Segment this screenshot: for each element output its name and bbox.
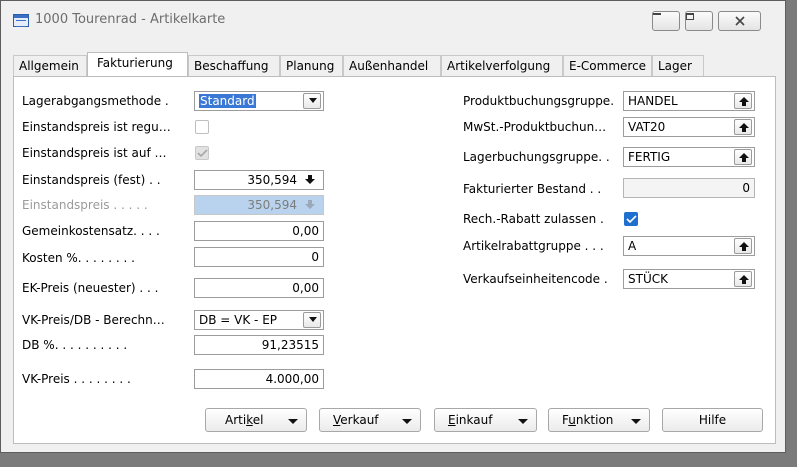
einstandspreis-fest-value: 350,594	[247, 173, 297, 187]
close-icon	[735, 16, 745, 26]
tab-beschaffung[interactable]: Beschaffung	[188, 55, 280, 76]
tab-allgemein[interactable]: Allgemein	[13, 55, 87, 76]
einkauf-button-label: Einkauf	[448, 413, 493, 427]
dropdown-arrow-icon	[631, 419, 641, 424]
maximize-button[interactable]	[685, 11, 713, 31]
einstandspreis-value: 350,594	[247, 198, 297, 212]
dropdown-arrow-icon	[518, 419, 528, 424]
arrow-up-icon	[739, 275, 749, 284]
title-bar[interactable]: 1000 Tourenrad - Artikelkarte	[1, 1, 785, 39]
einstandspreis-fest-field[interactable]: 350,594	[194, 170, 324, 190]
app-icon	[13, 14, 29, 27]
einstandspreis-auf-checkbox	[195, 146, 209, 160]
item-card-window: 1000 Tourenrad - Artikelkarte Allgemein …	[0, 0, 786, 453]
arrow-up-icon	[739, 123, 749, 132]
dropdown-arrow-icon	[402, 419, 412, 424]
label-artikelrabattgruppe: Artikelrabattgruppe . . .	[463, 239, 604, 253]
tab-planung[interactable]: Planung	[280, 55, 343, 76]
tab-lager[interactable]: Lager	[652, 55, 704, 76]
mwst-produktbuchung-field[interactable]: VAT20	[623, 117, 755, 137]
dropdown-button[interactable]	[303, 93, 321, 109]
verkauf-button-label: Verkauf	[333, 413, 379, 427]
artikelrabattgruppe-value: A	[628, 239, 637, 253]
label-einstandspreis: Einstandspreis . . . . .	[22, 198, 148, 212]
arrow-up-icon	[739, 153, 749, 162]
label-lagerabgangsmethode: Lagerabgangsmethode .	[22, 94, 169, 108]
maximize-icon	[686, 13, 694, 20]
label-db-pct: DB %. . . . . . . . . .	[22, 338, 128, 352]
label-einstandspreis-fest: Einstandspreis (fest) . .	[22, 173, 161, 187]
label-produktbuchungsgruppe: Produktbuchungsgruppe.	[463, 94, 615, 108]
vk-preis-db-value: DB = VK - EP	[199, 313, 278, 327]
minimize-icon	[653, 13, 661, 15]
db-pct-field[interactable]: 91,23515	[194, 335, 324, 355]
lookup-button[interactable]	[734, 271, 752, 287]
ek-preis-field[interactable]: 0,00	[194, 278, 324, 298]
lagerbuchungsgruppe-field[interactable]: FERTIG	[623, 147, 755, 167]
arrow-down-icon	[305, 200, 315, 209]
drilldown-button-disabled	[302, 197, 318, 213]
dropdown-arrow-icon	[288, 419, 298, 424]
verkauf-menu-button[interactable]: Verkauf	[319, 408, 421, 432]
drilldown-button[interactable]	[302, 172, 318, 188]
kosten-pct-field[interactable]: 0	[194, 247, 324, 267]
rech-rabatt-checkbox[interactable]	[624, 212, 638, 226]
label-mwst-produktbuchung: MwSt.-Produktbuchun…	[463, 120, 607, 134]
check-icon	[197, 149, 208, 158]
artikelrabattgruppe-field[interactable]: A	[623, 236, 755, 256]
funktion-button-label: Funktion	[562, 413, 614, 427]
close-button[interactable]	[718, 11, 761, 31]
einstandspreis-field: 350,594	[194, 195, 324, 215]
lagerabgangsmethode-value: Standard	[199, 94, 256, 108]
tab-e-commerce[interactable]: E-Commerce	[563, 55, 652, 76]
arrow-down-icon	[305, 175, 315, 184]
arrow-up-icon	[739, 242, 749, 251]
label-verkaufseinheitencode: Verkaufseinheitencode .	[463, 272, 608, 286]
gemeinkostensatz-field[interactable]: 0,00	[194, 221, 324, 241]
minimize-button[interactable]	[652, 11, 680, 31]
produktbuchungsgruppe-field[interactable]: HANDEL	[623, 91, 755, 111]
label-gemeinkostensatz: Gemeinkostensatz. . . .	[22, 224, 160, 238]
label-ek-preis: EK-Preis (neuester) . . .	[22, 281, 159, 295]
label-kosten-pct: Kosten %. . . . . . . .	[22, 251, 135, 265]
lagerabgangsmethode-select[interactable]: Standard	[194, 91, 324, 111]
lagerbuchungsgruppe-value: FERTIG	[628, 150, 671, 164]
funktion-menu-button[interactable]: Funktion	[548, 408, 650, 432]
lookup-button[interactable]	[734, 238, 752, 254]
tab-artikelverfolgung[interactable]: Artikelverfolgung	[441, 55, 563, 76]
window-title: 1000 Tourenrad - Artikelkarte	[35, 12, 226, 27]
label-rech-rabatt: Rech.-Rabatt zulassen .	[463, 212, 604, 226]
lookup-button[interactable]	[734, 149, 752, 165]
chevron-down-icon	[309, 317, 317, 322]
label-lagerbuchungsgruppe: Lagerbuchungsgruppe. .	[463, 150, 610, 164]
check-icon	[626, 215, 637, 224]
verkaufseinheitencode-value: STÜCK	[628, 272, 668, 286]
lookup-button[interactable]	[734, 93, 752, 109]
chevron-down-icon	[309, 98, 317, 103]
artikel-button-label: Artikel	[225, 413, 264, 427]
help-button[interactable]: Hilfe	[662, 408, 763, 432]
einkauf-menu-button[interactable]: Einkauf	[434, 408, 537, 432]
tab-fakturierung[interactable]: Fakturierung	[87, 52, 188, 76]
help-button-label: Hilfe	[698, 413, 727, 427]
artikel-menu-button[interactable]: Artikel	[205, 408, 307, 432]
dropdown-button[interactable]	[303, 312, 321, 328]
label-fakturierter-bestand: Fakturierter Bestand . .	[463, 182, 602, 196]
verkaufseinheitencode-field[interactable]: STÜCK	[623, 269, 755, 289]
vk-preis-db-select[interactable]: DB = VK - EP	[194, 310, 324, 330]
vk-preis-field[interactable]: 4.000,00	[194, 369, 324, 389]
arrow-up-icon	[739, 97, 749, 106]
produktbuchungsgruppe-value: HANDEL	[628, 94, 678, 108]
tab-aussenhandel[interactable]: Außenhandel	[343, 55, 441, 76]
label-vk-preis-db: VK-Preis/DB - Berechn…	[22, 313, 165, 327]
mwst-produktbuchung-value: VAT20	[628, 120, 666, 134]
label-einstandspreis-reguliert: Einstandspreis ist regu…	[22, 120, 171, 134]
label-einstandspreis-auf: Einstandspreis ist auf …	[22, 146, 167, 160]
lookup-button[interactable]	[734, 119, 752, 135]
fakturierter-bestand-field: 0	[623, 178, 755, 198]
einstandspreis-reguliert-checkbox[interactable]	[195, 120, 209, 134]
label-vk-preis: VK-Preis . . . . . . . .	[22, 372, 131, 386]
